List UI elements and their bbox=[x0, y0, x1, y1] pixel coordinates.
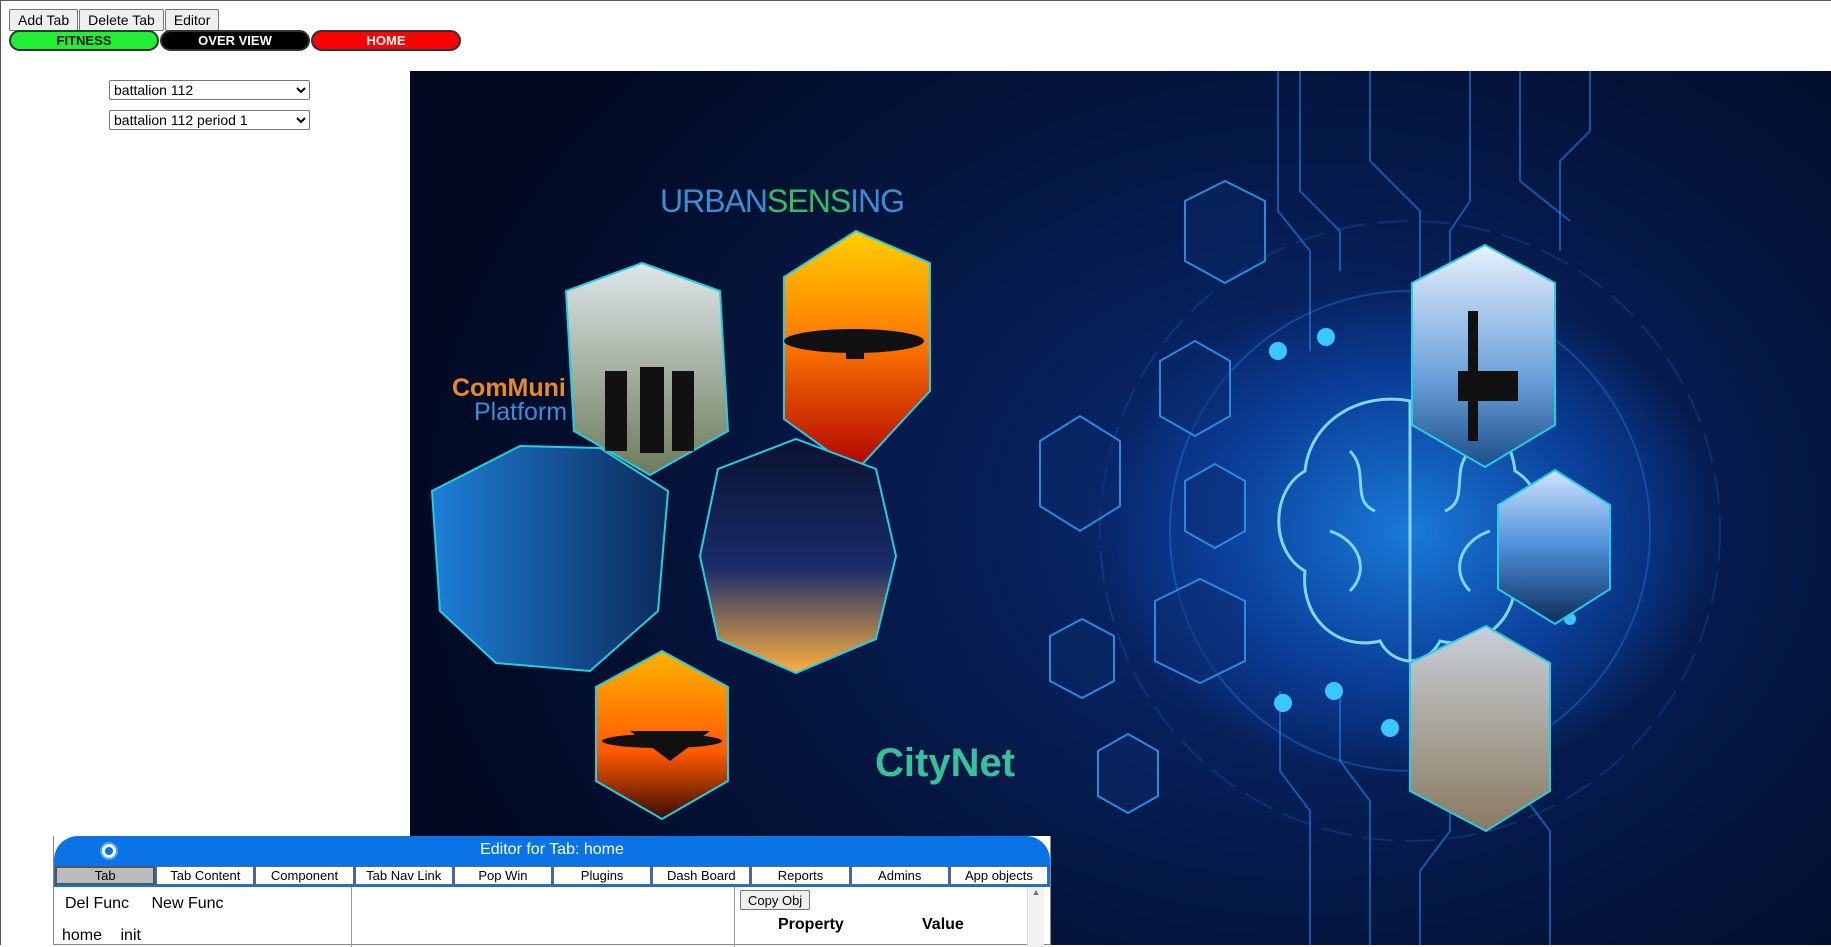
editor-title: Editor for Tab: home bbox=[480, 841, 624, 858]
tab-overview[interactable]: OVER VIEW bbox=[160, 30, 310, 51]
editor-header: Editor for Tab: home bbox=[54, 836, 1050, 864]
editor-tab-tab-nav-link[interactable]: Tab Nav Link bbox=[354, 866, 453, 885]
tab-home[interactable]: HOME bbox=[311, 30, 461, 51]
func-item-home[interactable]: home bbox=[62, 927, 102, 944]
communi-logo: ComMuni Platform bbox=[452, 374, 568, 426]
cargo-port-photo bbox=[1497, 468, 1611, 626]
property-panel: Copy Obj Property Value ▲ bbox=[734, 887, 1044, 947]
logo-part-sens: SENS bbox=[767, 183, 851, 219]
citynet-logo: CityNet bbox=[875, 741, 1016, 785]
editor-tab-tab-content[interactable]: Tab Content bbox=[156, 866, 255, 885]
nav-tabs: FITNESS OVER VIEW HOME bbox=[9, 30, 462, 51]
logo-part-ing: ING bbox=[850, 183, 905, 219]
editor-panel: Editor for Tab: home Tab Tab Content Com… bbox=[53, 836, 1051, 947]
del-func-button[interactable]: Del Func bbox=[65, 895, 129, 912]
copy-obj-button[interactable]: Copy Obj bbox=[740, 890, 811, 910]
globe-icon[interactable] bbox=[100, 842, 118, 860]
hero-image: URBANSENSING ComMuni Platform CityNet bbox=[410, 71, 1831, 945]
battalion-select[interactable]: battalion 112 bbox=[109, 80, 310, 100]
oil-rig-photo bbox=[1411, 243, 1556, 469]
editor-button[interactable]: Editor bbox=[164, 9, 220, 31]
property-column-header: Property bbox=[778, 916, 844, 933]
editor-tabs: Tab Tab Content Component Tab Nav Link P… bbox=[54, 864, 1050, 887]
editor-tab-component[interactable]: Component bbox=[255, 866, 354, 885]
editor-tab-admins[interactable]: Admins bbox=[850, 866, 949, 885]
scrollbar[interactable]: ▲ bbox=[1027, 887, 1044, 947]
hero-artwork bbox=[430, 71, 1721, 945]
delete-tab-button[interactable]: Delete Tab bbox=[79, 9, 164, 31]
editor-tab-app-objects[interactable]: App objects bbox=[949, 866, 1049, 885]
toolbar: Add Tab Delete Tab Editor bbox=[9, 9, 220, 31]
logo-part-urban: URBAN bbox=[660, 183, 768, 219]
add-tab-button[interactable]: Add Tab bbox=[9, 9, 79, 31]
editor-tab-dash-board[interactable]: Dash Board bbox=[652, 866, 751, 885]
control-room-photo bbox=[430, 444, 670, 673]
editor-tab-plugins[interactable]: Plugins bbox=[553, 866, 652, 885]
tab-fitness[interactable]: FITNESS bbox=[9, 30, 159, 51]
city-traffic-photo bbox=[698, 437, 898, 675]
icon-hexagons bbox=[1039, 179, 1266, 815]
editor-tab-pop-win[interactable]: Pop Win bbox=[453, 866, 553, 885]
value-column-header: Value bbox=[922, 916, 964, 933]
period-select[interactable]: battalion 112 period 1 bbox=[109, 110, 310, 130]
func-item-init[interactable]: init bbox=[120, 927, 140, 944]
function-list: Del Func New Func home init bbox=[54, 887, 352, 947]
editor-body: Del Func New Func home init Copy Obj Pro… bbox=[54, 887, 1050, 947]
soldiers-photo bbox=[1409, 624, 1551, 833]
new-func-button[interactable]: New Func bbox=[151, 895, 223, 912]
communi-name: ComMuni bbox=[452, 374, 566, 402]
editor-tab-tab[interactable]: Tab bbox=[55, 866, 156, 885]
communi-platform: Platform bbox=[474, 398, 568, 426]
urbansensing-logo: URBANSENSING bbox=[660, 183, 905, 220]
editor-tab-reports[interactable]: Reports bbox=[751, 866, 850, 885]
